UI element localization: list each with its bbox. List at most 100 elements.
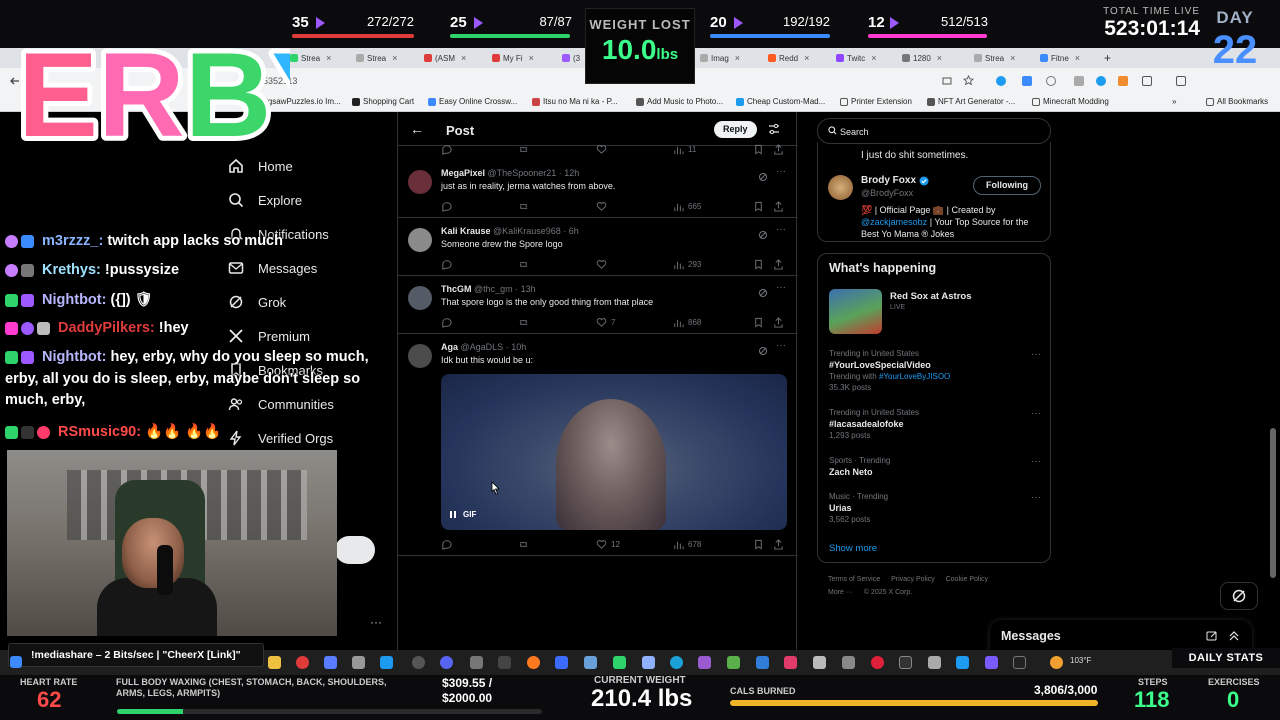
app-icon[interactable] bbox=[584, 656, 597, 669]
more-options-icon[interactable]: ··· bbox=[776, 340, 786, 351]
close-tab-icon[interactable]: × bbox=[937, 53, 942, 63]
back-arrow-icon[interactable]: ← bbox=[410, 121, 424, 137]
close-tab-icon[interactable]: × bbox=[392, 53, 397, 63]
tweet-reply[interactable]: Kali Krause @KaliKrause968 · 6h ··· Some… bbox=[398, 218, 798, 276]
app-icon[interactable] bbox=[842, 656, 855, 669]
browser-tab[interactable]: Redd × bbox=[768, 50, 809, 66]
browser-tab[interactable]: Strea × bbox=[974, 50, 1015, 66]
install-app-icon[interactable] bbox=[942, 76, 952, 86]
sidebar-icon[interactable] bbox=[1176, 76, 1186, 86]
views-action[interactable]: 293 bbox=[673, 259, 701, 270]
search-input[interactable] bbox=[840, 124, 1040, 140]
extension-icon[interactable] bbox=[1022, 76, 1032, 86]
obs-icon[interactable] bbox=[412, 656, 425, 669]
bookmark-action[interactable] bbox=[753, 317, 764, 328]
metamask-icon[interactable] bbox=[1118, 76, 1128, 86]
grok-explain-icon[interactable] bbox=[758, 169, 768, 187]
grok-explain-icon[interactable] bbox=[758, 227, 768, 245]
close-tab-icon[interactable]: × bbox=[804, 53, 809, 63]
more-options-icon[interactable]: ··· bbox=[776, 282, 786, 293]
footer-link[interactable]: Privacy Policy bbox=[891, 576, 935, 583]
firefox-icon[interactable] bbox=[527, 656, 540, 669]
browser-tab[interactable]: 1280 × bbox=[902, 50, 942, 66]
search-box[interactable] bbox=[817, 118, 1051, 144]
gif-media[interactable]: GIF bbox=[441, 374, 787, 530]
share-action[interactable] bbox=[773, 144, 784, 155]
bookmark-item[interactable]: Easy Online Crossw... bbox=[428, 97, 517, 106]
extension-icon[interactable] bbox=[1046, 76, 1056, 86]
profile-name[interactable]: Brody Foxx bbox=[861, 175, 929, 186]
repost-action[interactable] bbox=[518, 539, 529, 550]
footer-link[interactable]: Cookie Policy bbox=[946, 576, 988, 583]
avatar[interactable] bbox=[408, 170, 432, 194]
opera-icon[interactable] bbox=[871, 656, 884, 669]
app-icon[interactable] bbox=[1013, 656, 1026, 669]
footer-link[interactable]: More ··· bbox=[828, 589, 853, 596]
extension-icon[interactable] bbox=[1074, 76, 1084, 86]
grok-explain-icon[interactable] bbox=[758, 343, 768, 361]
tweet-reply[interactable]: MegaPixel @TheSpooner21 · 12h ··· just a… bbox=[398, 160, 798, 218]
views-action[interactable]: 11 bbox=[673, 144, 696, 155]
reply-action[interactable] bbox=[441, 539, 452, 550]
post-button[interactable] bbox=[335, 536, 375, 564]
close-tab-icon[interactable]: × bbox=[529, 53, 534, 63]
browser-tab[interactable]: Strea × bbox=[290, 50, 331, 66]
browser-tab[interactable]: (ASM × bbox=[424, 50, 466, 66]
like-action[interactable]: 12 bbox=[596, 539, 620, 550]
close-tab-icon[interactable]: × bbox=[735, 53, 740, 63]
new-tab-icon[interactable]: + bbox=[1104, 50, 1111, 66]
bookmark-folder[interactable]: Printer Extension bbox=[840, 97, 912, 106]
app-icon[interactable] bbox=[756, 656, 769, 669]
close-tab-icon[interactable]: × bbox=[1010, 53, 1015, 63]
chrome-icon[interactable] bbox=[296, 656, 309, 669]
app-icon[interactable] bbox=[727, 656, 740, 669]
bookmark-action[interactable] bbox=[753, 539, 764, 550]
extension-icon[interactable] bbox=[996, 76, 1006, 86]
repost-action[interactable] bbox=[518, 259, 529, 270]
views-action[interactable]: 868 bbox=[673, 317, 701, 328]
browser-tab[interactable]: My Fi × bbox=[492, 50, 534, 66]
reply-button[interactable]: Reply bbox=[714, 121, 757, 138]
browser-tab[interactable]: (3 bbox=[562, 50, 580, 66]
more-options-icon[interactable]: ··· bbox=[1031, 408, 1041, 419]
pause-icon[interactable] bbox=[449, 510, 457, 519]
bookmark-action[interactable] bbox=[753, 144, 764, 155]
repost-action[interactable] bbox=[518, 201, 529, 212]
bookmark-item[interactable]: NFT Art Generator -... bbox=[927, 97, 1015, 106]
bookmark-action[interactable] bbox=[753, 201, 764, 212]
close-tab-icon[interactable]: × bbox=[461, 53, 466, 63]
bio-mention-link[interactable]: @zackjamesobz bbox=[861, 217, 927, 227]
like-action[interactable] bbox=[596, 144, 607, 155]
more-options-icon[interactable]: ··· bbox=[776, 224, 786, 235]
repost-action[interactable] bbox=[518, 144, 529, 155]
trend-item[interactable]: Trending in United States #YourLoveSpeci… bbox=[829, 349, 1041, 392]
trend-item[interactable]: Music · Trending Urias 3,562 posts ··· bbox=[829, 492, 1041, 524]
trend-item[interactable]: Trending in United States #lacasadealofo… bbox=[829, 408, 1041, 440]
extension-icon[interactable] bbox=[1096, 76, 1106, 86]
browser-tab[interactable]: Imag × bbox=[700, 50, 740, 66]
app-icon[interactable] bbox=[470, 656, 483, 669]
share-action[interactable] bbox=[773, 259, 784, 270]
tweet-reply[interactable]: ThcGM @thc_gm · 13h ··· That spore logo … bbox=[398, 276, 798, 334]
all-bookmarks[interactable]: All Bookmarks bbox=[1206, 97, 1268, 106]
discord-icon[interactable] bbox=[440, 656, 453, 669]
app-icon[interactable] bbox=[784, 656, 797, 669]
more-options-icon[interactable]: ··· bbox=[1031, 456, 1041, 467]
show-more-link[interactable]: Show more bbox=[829, 543, 877, 554]
app-icon[interactable] bbox=[698, 656, 711, 669]
more-options-icon[interactable]: ··· bbox=[1031, 492, 1041, 503]
reply-settings-icon[interactable] bbox=[768, 123, 780, 135]
more-options-icon[interactable]: ··· bbox=[370, 615, 382, 629]
grok-explain-icon[interactable] bbox=[758, 285, 768, 303]
repost-action[interactable] bbox=[518, 317, 529, 328]
bookmark-item[interactable]: Add Music to Photo... bbox=[636, 97, 723, 106]
app-icon[interactable] bbox=[928, 656, 941, 669]
windows-start-icon[interactable] bbox=[10, 656, 22, 668]
share-action[interactable] bbox=[773, 317, 784, 328]
reply-action[interactable] bbox=[441, 144, 452, 155]
steam-icon[interactable] bbox=[380, 656, 393, 669]
browser-tab[interactable]: Twitc × bbox=[836, 50, 877, 66]
live-event-title[interactable]: Red Sox at Astros bbox=[890, 291, 971, 302]
bookmark-action[interactable] bbox=[753, 259, 764, 270]
page-scrollbar[interactable] bbox=[1270, 428, 1276, 578]
